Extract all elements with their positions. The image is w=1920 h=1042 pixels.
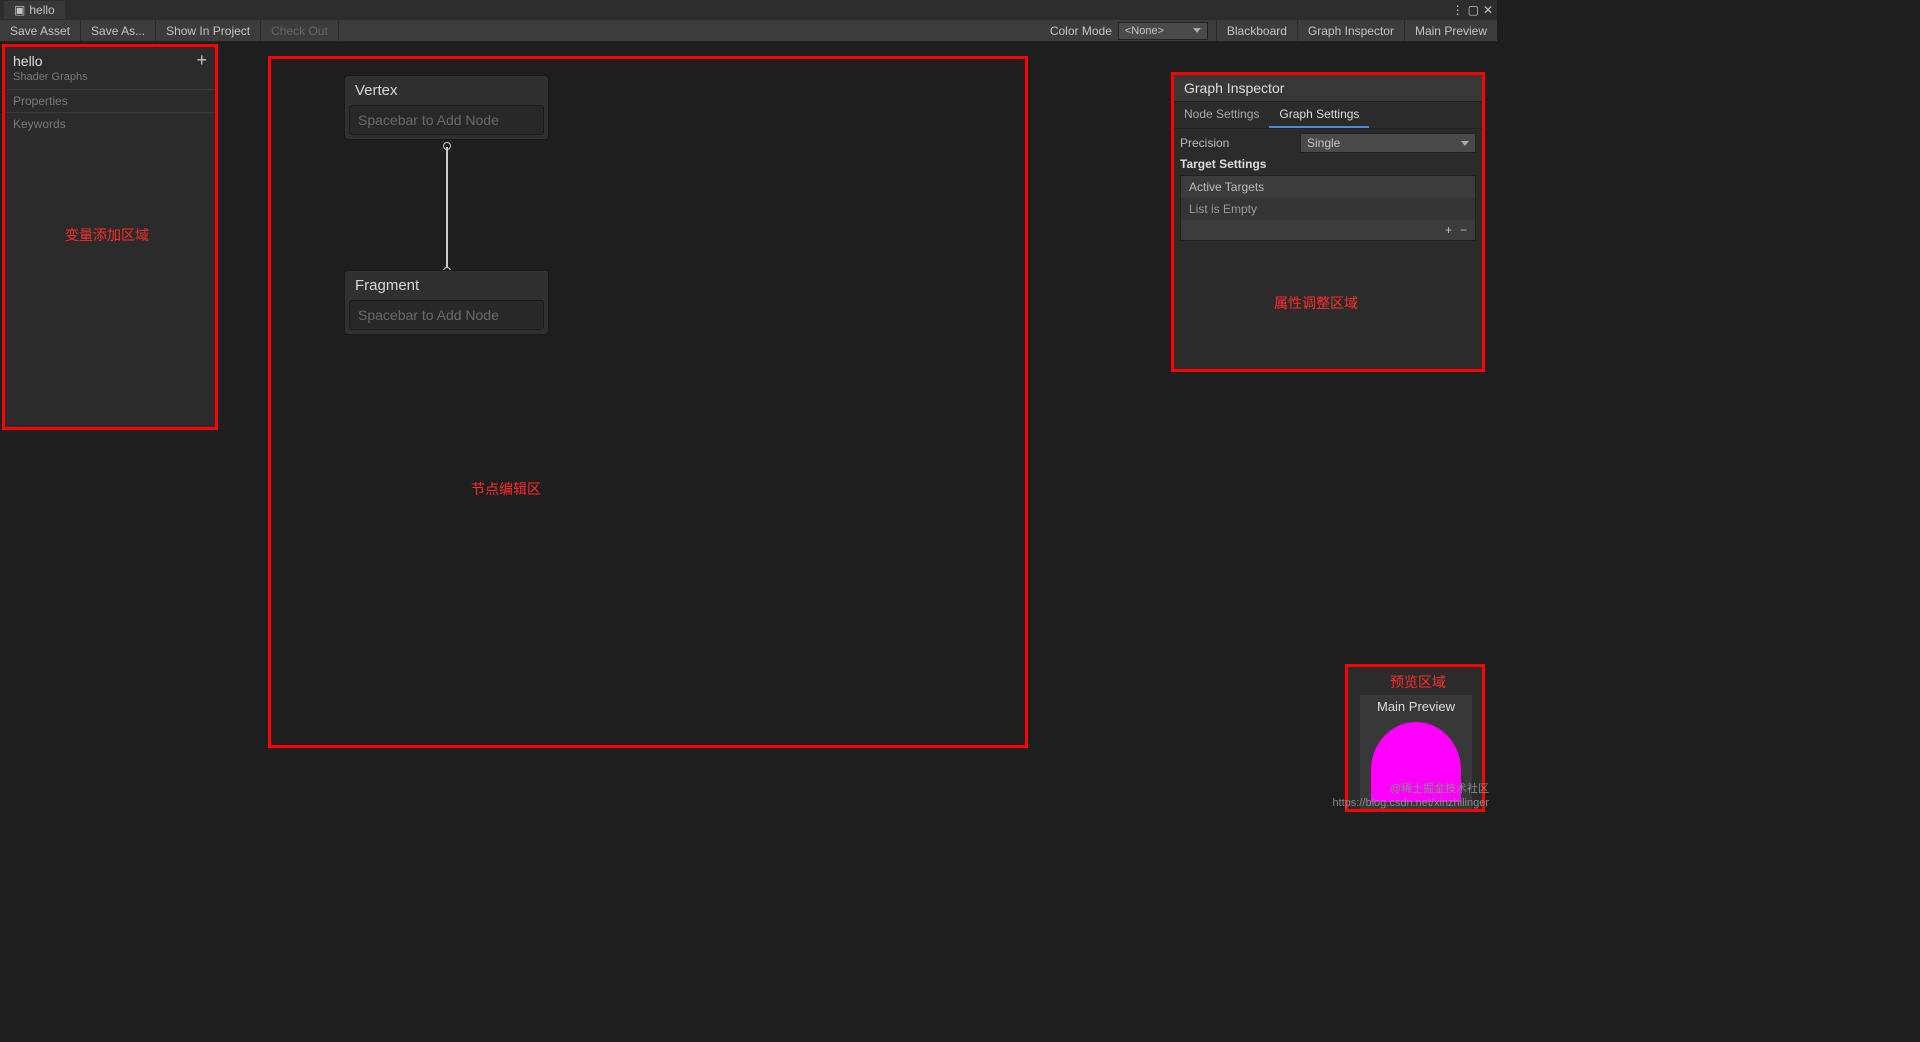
watermark: @稀土掘金技术社区 https://blog.csdn.net/xinzhili…	[1332, 782, 1489, 810]
main-area: hello + Shader Graphs Properties Keyword…	[0, 42, 1497, 812]
vertex-node[interactable]: Vertex Spacebar to Add Node	[344, 75, 549, 140]
fragment-node[interactable]: Fragment Spacebar to Add Node	[344, 270, 549, 335]
shader-icon: ▣	[14, 3, 25, 17]
watermark-line2: https://blog.csdn.net/xinzhilinger	[1332, 796, 1489, 810]
color-mode-value: <None>	[1125, 25, 1164, 37]
chevron-down-icon	[1193, 28, 1201, 33]
vertex-node-hint: Spacebar to Add Node	[349, 105, 544, 135]
toolbar: Save Asset Save As... Show In Project Ch…	[0, 20, 1497, 42]
color-mode-label: Color Mode	[1044, 24, 1118, 38]
preview-annotation: 预览区域	[1390, 672, 1446, 692]
chevron-down-icon	[1461, 141, 1469, 146]
remove-target-button[interactable]: −	[1460, 223, 1467, 237]
active-targets-list: Active Targets List is Empty + −	[1180, 175, 1476, 241]
graph-inspector-toggle[interactable]: Graph Inspector	[1297, 20, 1404, 41]
save-as-button[interactable]: Save As...	[81, 20, 156, 41]
title-bar: ▣ hello ⋮ ▢ ✕	[0, 0, 1497, 20]
fragment-node-hint: Spacebar to Add Node	[349, 300, 544, 330]
save-asset-button[interactable]: Save Asset	[0, 20, 81, 41]
inspector-annotation: 属性调整区域	[1274, 293, 1358, 313]
show-in-project-button[interactable]: Show In Project	[156, 20, 261, 41]
check-out-button[interactable]: Check Out	[261, 20, 339, 41]
blackboard-annotation: 变量添加区域	[65, 225, 149, 245]
precision-value: Single	[1307, 136, 1340, 150]
inspector-title: Graph Inspector	[1174, 75, 1482, 102]
add-property-button[interactable]: +	[196, 53, 207, 67]
blackboard-panel: hello + Shader Graphs Properties Keyword…	[2, 44, 218, 430]
document-tab[interactable]: ▣ hello	[4, 1, 65, 19]
maximize-icon[interactable]: ▢	[1468, 3, 1479, 17]
graph-inspector-panel: Graph Inspector Node Settings Graph Sett…	[1171, 72, 1485, 372]
fragment-node-title: Fragment	[345, 271, 548, 300]
tab-node-settings[interactable]: Node Settings	[1174, 102, 1269, 128]
node-zone-annotation: 节点编辑区	[471, 479, 541, 499]
node-editor-zone[interactable]: Vertex Spacebar to Add Node Fragment Spa…	[268, 56, 1028, 748]
keywords-section[interactable]: Keywords	[5, 112, 215, 135]
inspector-tabs: Node Settings Graph Settings	[1174, 102, 1482, 129]
watermark-line1: @稀土掘金技术社区	[1332, 782, 1489, 796]
main-preview-toggle[interactable]: Main Preview	[1404, 20, 1497, 41]
blackboard-toggle[interactable]: Blackboard	[1216, 20, 1297, 41]
tab-graph-settings[interactable]: Graph Settings	[1269, 102, 1369, 128]
color-mode-dropdown[interactable]: <None>	[1118, 22, 1208, 40]
close-icon[interactable]: ✕	[1483, 3, 1493, 17]
precision-label: Precision	[1180, 136, 1300, 150]
blackboard-title: hello	[13, 53, 43, 69]
target-settings-label: Target Settings	[1180, 157, 1476, 171]
properties-section[interactable]: Properties	[5, 89, 215, 112]
window-controls: ⋮ ▢ ✕	[1452, 3, 1493, 17]
add-target-button[interactable]: +	[1445, 223, 1452, 237]
menu-icon[interactable]: ⋮	[1452, 3, 1464, 17]
list-empty-text: List is Empty	[1181, 198, 1475, 220]
active-targets-header: Active Targets	[1181, 176, 1475, 198]
node-connection-line	[446, 147, 448, 271]
precision-dropdown[interactable]: Single	[1300, 133, 1476, 153]
preview-title: Main Preview	[1360, 695, 1472, 718]
vertex-node-title: Vertex	[345, 76, 548, 105]
document-title: hello	[29, 3, 54, 17]
blackboard-subtitle: Shader Graphs	[5, 71, 215, 89]
